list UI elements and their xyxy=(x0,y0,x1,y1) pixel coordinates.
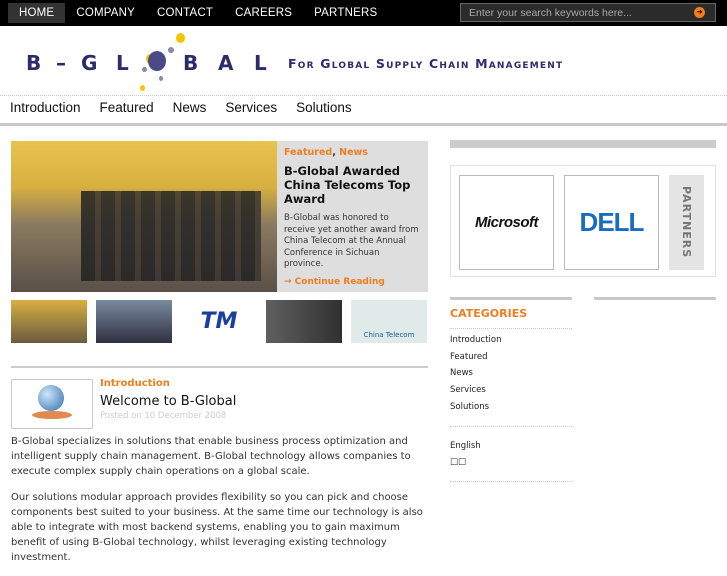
logo-letter: G xyxy=(81,51,99,75)
category-link[interactable]: Solutions xyxy=(450,402,572,419)
sidebar-top-bar xyxy=(450,140,716,148)
categories-heading: CATEGORIES xyxy=(450,307,528,320)
top-nav-home[interactable]: HOME xyxy=(8,3,66,23)
top-nav-contact[interactable]: CONTACT xyxy=(146,3,224,23)
category-link[interactable]: News xyxy=(450,368,572,385)
news-cat-link[interactable]: News xyxy=(339,147,368,158)
search-input[interactable]: Enter your search keywords here... ➜ xyxy=(460,3,716,22)
logo-letter: L xyxy=(116,51,130,75)
thumbnail-award-photo[interactable] xyxy=(11,300,87,343)
logo-letter: L xyxy=(254,51,268,75)
featured-caption: Featured, News B-Global Awarded China Te… xyxy=(277,141,428,292)
top-bar: HOME COMPANY CONTACT CAREERS PARTNERS En… xyxy=(0,0,727,26)
logo-letter: A xyxy=(218,51,235,75)
nav-services[interactable]: Services xyxy=(225,100,277,115)
thumbnail-tm-logo[interactable]: TM xyxy=(181,300,257,343)
post-category-link[interactable]: Introduction xyxy=(100,378,170,389)
post-title[interactable]: Welcome to B-Global xyxy=(100,394,236,409)
logo-tagline: For Global Supply Chain Management xyxy=(288,56,564,71)
top-nav-company[interactable]: COMPANY xyxy=(65,3,146,23)
separator: , xyxy=(332,147,336,158)
thumbnail-office-photo[interactable] xyxy=(266,300,342,343)
partners-tab[interactable]: PARTNERS xyxy=(669,175,704,270)
logo-letter: B xyxy=(26,51,43,75)
divider xyxy=(11,366,428,368)
microsoft-logo: Microsoft xyxy=(475,214,539,231)
partner-microsoft[interactable]: Microsoft xyxy=(459,175,554,270)
category-link[interactable]: Introduction xyxy=(450,335,572,352)
thumbnail-group-photo[interactable] xyxy=(96,300,172,343)
category-link[interactable]: Services xyxy=(450,385,572,402)
post-date: Posted on 10 December 2008 xyxy=(100,411,227,421)
language-english[interactable]: English xyxy=(450,441,572,457)
nav-introduction[interactable]: Introduction xyxy=(10,100,81,115)
nav-solutions[interactable]: Solutions xyxy=(296,100,352,115)
partner-dell[interactable]: DELL xyxy=(564,175,659,270)
divider xyxy=(0,95,727,96)
category-link[interactable]: Featured xyxy=(450,352,572,369)
dell-logo: DELL xyxy=(579,207,645,237)
post-body: B-Global specializes in solutions that e… xyxy=(11,434,431,576)
top-nav-careers[interactable]: CAREERS xyxy=(224,3,303,23)
post-paragraph: B-Global specializes in solutions that e… xyxy=(11,436,411,477)
featured-excerpt: B-Global was honored to receive yet anot… xyxy=(284,213,419,269)
featured-slide-image[interactable] xyxy=(11,141,277,292)
search-placeholder: Enter your search keywords here... xyxy=(469,7,632,19)
logo-letter: B xyxy=(183,51,200,75)
featured-cat-link[interactable]: Featured xyxy=(284,147,332,158)
search-go-icon[interactable]: ➜ xyxy=(694,7,705,18)
partners-widget: Microsoft DELL PARTNERS xyxy=(450,165,716,277)
post-paragraph: Our solutions modular approach provides … xyxy=(11,492,423,563)
main-nav: Introduction Featured News Services Solu… xyxy=(10,100,352,115)
top-nav: HOME COMPANY CONTACT CAREERS PARTNERS xyxy=(8,3,388,23)
post-thumbnail-globe[interactable] xyxy=(11,379,93,429)
nav-featured[interactable]: Featured xyxy=(100,100,154,115)
language-chinese[interactable]: □□ xyxy=(450,457,572,473)
categories-widget: CATEGORIES Introduction Featured News Se… xyxy=(450,297,572,488)
featured-title[interactable]: B-Global Awarded China Telecoms Top Awar… xyxy=(284,164,421,206)
sidebar-column-2 xyxy=(594,297,716,300)
logo[interactable]: B – G L B A L For Global Supply Chain Ma… xyxy=(26,30,646,91)
nav-news[interactable]: News xyxy=(173,100,207,115)
logo-letter: – xyxy=(56,51,67,75)
nav-divider xyxy=(0,123,727,126)
top-nav-partners[interactable]: PARTNERS xyxy=(303,3,388,23)
slide-thumbnails: TM China Telecom xyxy=(11,300,427,343)
continue-reading-link[interactable]: → Continue Reading xyxy=(284,277,421,287)
thumbnail-china-telecom[interactable]: China Telecom xyxy=(351,300,427,343)
